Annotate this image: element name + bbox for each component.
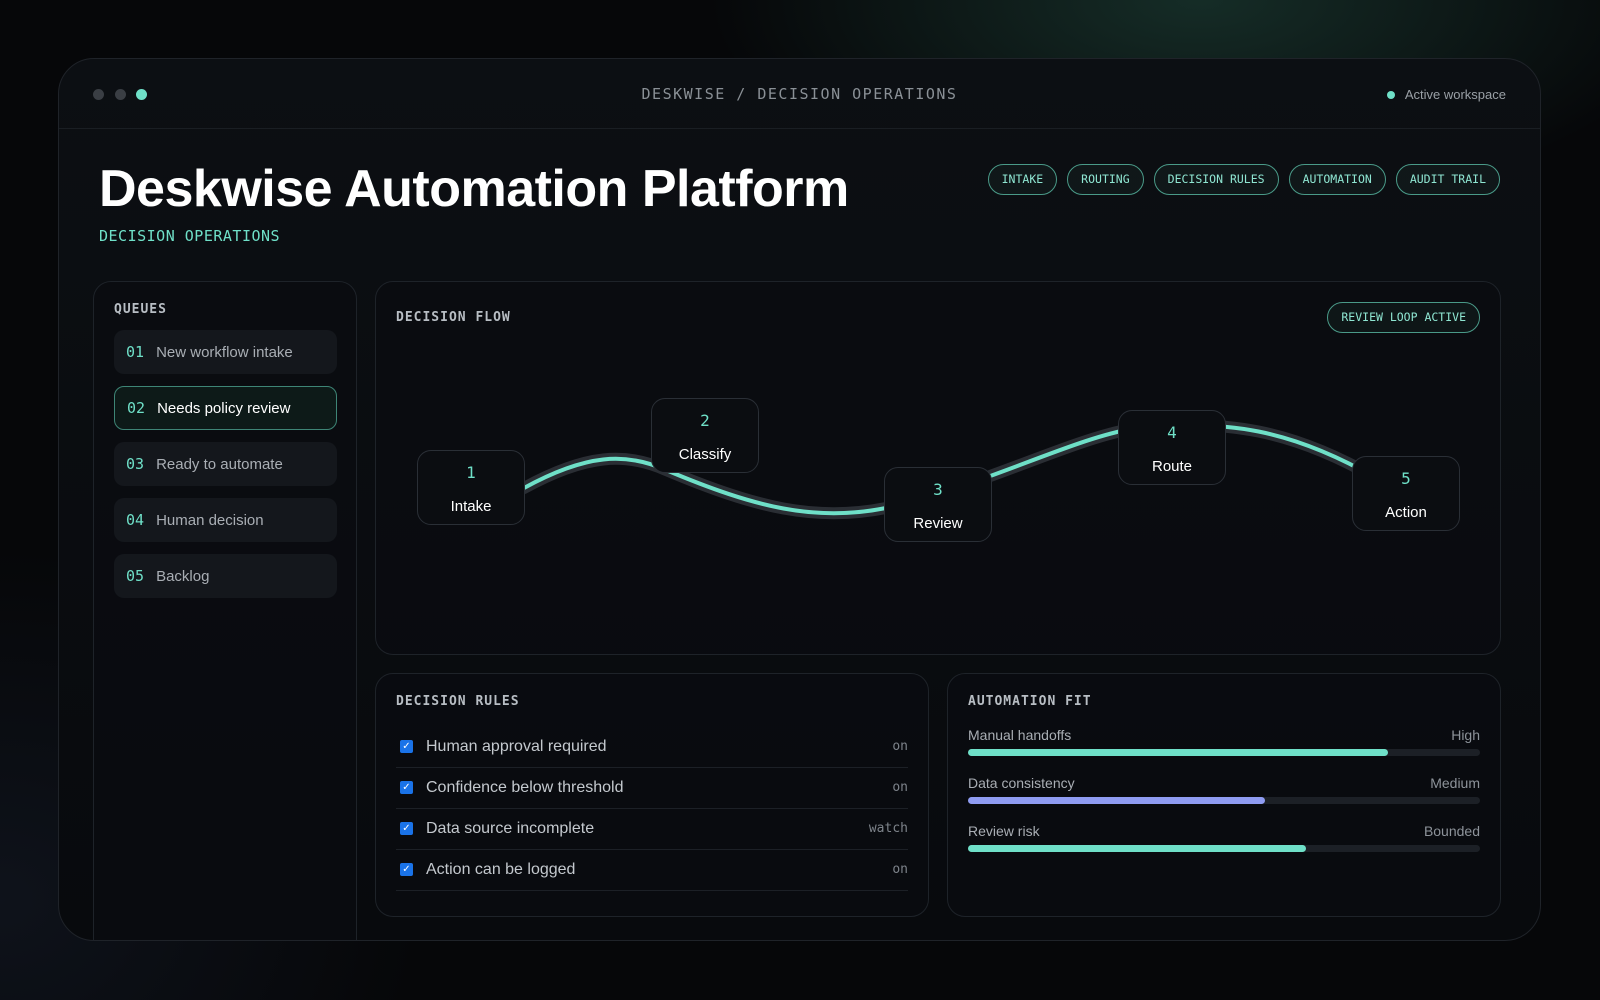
automation-fit-label: AUTOMATION FIT bbox=[968, 694, 1092, 709]
rule-checkbox[interactable]: ✓ bbox=[400, 822, 413, 835]
status-dot-icon bbox=[1386, 90, 1395, 99]
fit-bar-fill bbox=[968, 845, 1306, 852]
automation-fit-panel: AUTOMATION FIT Manual handoffs High Data… bbox=[947, 673, 1501, 917]
flow-node-classify[interactable]: 2 Classify bbox=[651, 398, 759, 473]
node-label: Action bbox=[1385, 504, 1427, 521]
queue-label: New workflow intake bbox=[156, 343, 293, 361]
rule-row: ✓ Action can be logged on bbox=[396, 849, 908, 891]
queue-item-needs-policy-review[interactable]: 02 Needs policy review bbox=[114, 386, 337, 430]
queue-number: 04 bbox=[126, 511, 145, 529]
rule-state: on bbox=[892, 739, 908, 754]
node-number: 4 bbox=[1167, 423, 1177, 442]
rule-row: ✓ Data source incomplete watch bbox=[396, 808, 908, 850]
section-tags: INTAKE ROUTING DECISION RULES AUTOMATION… bbox=[987, 164, 1500, 195]
fit-bar-fill bbox=[968, 749, 1388, 756]
queue-label: Backlog bbox=[156, 567, 210, 585]
rule-state: on bbox=[892, 780, 908, 795]
node-label: Review bbox=[913, 515, 963, 532]
workspace-status: Active workspace bbox=[1386, 87, 1506, 102]
rule-label: Action can be logged bbox=[426, 860, 576, 878]
fit-label: Manual handoffs bbox=[968, 727, 1072, 743]
flow-node-action[interactable]: 5 Action bbox=[1352, 456, 1460, 531]
queue-label: Needs policy review bbox=[157, 399, 291, 417]
rule-label: Human approval required bbox=[426, 737, 607, 755]
rule-row: ✓ Human approval required on bbox=[396, 726, 908, 768]
flow-node-review[interactable]: 3 Review bbox=[884, 467, 992, 542]
rule-state: watch bbox=[868, 821, 908, 836]
tag-routing[interactable]: ROUTING bbox=[1067, 164, 1144, 195]
queue-label: Human decision bbox=[156, 511, 264, 529]
node-number: 3 bbox=[933, 480, 943, 499]
rule-checkbox[interactable]: ✓ bbox=[400, 863, 413, 876]
node-number: 1 bbox=[466, 463, 476, 482]
queue-item-human-decision[interactable]: 04 Human decision bbox=[114, 498, 337, 542]
fit-bar-track bbox=[968, 749, 1480, 756]
fit-bar-fill bbox=[968, 797, 1265, 804]
node-number: 5 bbox=[1401, 469, 1411, 488]
fit-row-review-risk: Review risk Bounded bbox=[968, 823, 1480, 863]
decision-flow-panel: DECISION FLOW REVIEW LOOP ACTIVE 1 Intak… bbox=[375, 281, 1501, 655]
fit-row-data-consistency: Data consistency Medium bbox=[968, 775, 1480, 815]
rule-state: on bbox=[892, 862, 908, 877]
queue-number: 01 bbox=[126, 343, 145, 361]
queue-item-backlog[interactable]: 05 Backlog bbox=[114, 554, 337, 598]
fit-label: Data consistency bbox=[968, 775, 1075, 791]
rule-label: Data source incomplete bbox=[426, 819, 595, 837]
rule-label: Confidence below threshold bbox=[426, 778, 624, 796]
rule-checkbox[interactable]: ✓ bbox=[400, 740, 413, 753]
node-label: Intake bbox=[450, 498, 492, 515]
queue-item-ready-to-automate[interactable]: 03 Ready to automate bbox=[114, 442, 337, 486]
workspace-label: Active workspace bbox=[1404, 87, 1506, 102]
tag-automation[interactable]: AUTOMATION bbox=[1288, 164, 1386, 195]
tag-intake[interactable]: INTAKE bbox=[987, 164, 1058, 195]
decision-rules-panel: DECISION RULES ✓ Human approval required… bbox=[375, 673, 929, 917]
title-bar: DESKWISE / DECISION OPERATIONS Active wo… bbox=[59, 59, 1540, 129]
tag-audit-trail[interactable]: AUDIT TRAIL bbox=[1395, 164, 1500, 195]
page-title: Deskwise Automation Platform bbox=[99, 160, 849, 218]
flow-node-route[interactable]: 4 Route bbox=[1118, 410, 1226, 485]
window-title: DESKWISE / DECISION OPERATIONS bbox=[641, 85, 958, 103]
tag-decision-rules[interactable]: DECISION RULES bbox=[1153, 164, 1279, 195]
queue-number: 03 bbox=[126, 455, 145, 473]
queue-number: 02 bbox=[127, 399, 146, 417]
queue-item-new-workflow-intake[interactable]: 01 New workflow intake bbox=[114, 330, 337, 374]
queue-label: Ready to automate bbox=[156, 455, 283, 473]
app-window: DESKWISE / DECISION OPERATIONS Active wo… bbox=[58, 58, 1541, 941]
queues-panel: QUEUES 01 New workflow intake 02 Needs p… bbox=[93, 281, 357, 940]
fit-row-manual-handoffs: Manual handoffs High bbox=[968, 727, 1480, 767]
rule-row: ✓ Confidence below threshold on bbox=[396, 767, 908, 809]
flow-node-intake[interactable]: 1 Intake bbox=[417, 450, 525, 525]
node-label: Classify bbox=[678, 446, 732, 463]
queue-number: 05 bbox=[126, 567, 145, 585]
fit-label: Review risk bbox=[968, 823, 1040, 839]
fit-level: High bbox=[1451, 727, 1480, 743]
decision-rules-label: DECISION RULES bbox=[396, 694, 520, 709]
node-number: 2 bbox=[700, 411, 710, 430]
rule-checkbox[interactable]: ✓ bbox=[400, 781, 413, 794]
fit-level: Bounded bbox=[1423, 823, 1480, 839]
fit-bar-track bbox=[968, 845, 1480, 852]
fit-level: Medium bbox=[1430, 775, 1480, 791]
fit-bar-track bbox=[968, 797, 1480, 804]
page-subtitle: DECISION OPERATIONS bbox=[99, 227, 281, 245]
node-label: Route bbox=[1151, 458, 1193, 475]
queues-label: QUEUES bbox=[114, 302, 167, 317]
